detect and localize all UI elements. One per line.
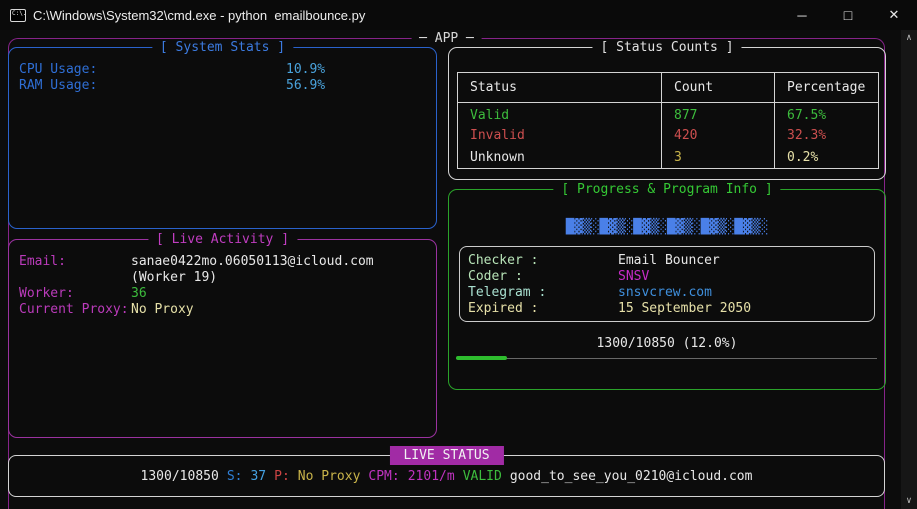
console: ─ APP ─ [ System Stats ] CPU Usage: 10.9… <box>0 30 917 509</box>
table-row-invalid: Invalid 420 32.3% <box>458 125 879 147</box>
checker-value: Email Bouncer <box>618 253 874 269</box>
live-activity-title: [ Live Activity ] <box>148 231 297 248</box>
cpu-usage-value: 10.9% <box>286 62 428 78</box>
invalid-status-cell: Invalid <box>458 125 662 147</box>
cpm-label: CPM: <box>368 469 399 485</box>
system-stats-rows: CPU Usage: 10.9% RAM Usage: 56.9% <box>19 62 428 94</box>
unknown-count-cell: 3 <box>662 147 775 169</box>
proxy-row: Current Proxy: No Proxy <box>19 302 428 318</box>
stat-row: CPU Usage: 10.9% <box>19 62 428 78</box>
invalid-percentage-cell: 32.3% <box>775 125 879 147</box>
panel-progress-info: [ Progress & Program Info ] █▓▒░█▓▒░█▓▒░… <box>448 189 886 390</box>
valid-count-cell: 877 <box>662 103 775 125</box>
p-value: No Proxy <box>298 469 361 485</box>
column-header-status: Status <box>458 73 662 103</box>
window-titlebar: C:\. C:\Windows\System32\cmd.exe - pytho… <box>0 0 917 30</box>
status-counts-title: [ Status Counts ] <box>592 39 741 56</box>
info-row: Expired : 15 September 2050 <box>468 301 874 317</box>
telegram-value: snsvcrew.com <box>618 285 874 301</box>
valid-percentage-cell: 67.5% <box>775 103 879 125</box>
close-button[interactable]: ✕ <box>871 0 917 30</box>
status-table: Status Count Percentage Valid 877 67.5% … <box>457 72 879 169</box>
empty-label <box>19 270 131 286</box>
invalid-count-cell: 420 <box>662 125 775 147</box>
live-status-box: LIVE STATUS 1300/10850 S: 37 P: No Proxy… <box>8 455 885 497</box>
progress-text: 1300/10850 (12.0%) <box>449 336 885 351</box>
table-row-unknown: Unknown 3 0.2% <box>458 147 879 169</box>
valid-status-cell: Valid <box>458 103 662 125</box>
scroll-down-icon[interactable]: ∨ <box>906 493 911 509</box>
email-label: Email: <box>19 254 131 270</box>
panel-system-stats: [ System Stats ] CPU Usage: 10.9% RAM Us… <box>8 47 437 229</box>
panel-status-counts: [ Status Counts ] Status Count Percentag… <box>448 47 886 180</box>
status-email: good_to_see_you_0210@icloud.com <box>510 469 753 485</box>
cpu-usage-label: CPU Usage: <box>19 62 286 78</box>
cmd-icon: C:\. <box>10 9 26 22</box>
s-value: 37 <box>250 469 266 485</box>
app-frame-label: ─ APP ─ <box>411 30 482 47</box>
maximize-button[interactable]: □ <box>825 0 871 30</box>
email-row: Email: sanae0422mo.06050113@icloud.com <box>19 254 428 270</box>
p-label: P: <box>274 469 290 485</box>
expired-label: Expired : <box>468 301 618 317</box>
progress-info-title: [ Progress & Program Info ] <box>553 181 780 198</box>
worker-row: Worker: 36 <box>19 286 428 302</box>
unknown-status-cell: Unknown <box>458 147 662 169</box>
program-info-box: Checker : Email Bouncer Coder : SNSV Tel… <box>459 246 875 322</box>
status-table-header: Status Count Percentage <box>458 73 879 103</box>
coder-label: Coder : <box>468 269 618 285</box>
progress-bar-track <box>456 358 877 359</box>
column-header-percentage: Percentage <box>775 73 879 103</box>
result-badge: VALID <box>463 469 502 485</box>
coder-value: SNSV <box>618 269 874 285</box>
email-value: sanae0422mo.06050113@icloud.com <box>131 254 428 270</box>
checker-label: Checker : <box>468 253 618 269</box>
s-label: S: <box>227 469 243 485</box>
email-worker-value: (Worker 19) <box>131 270 428 286</box>
minimize-button[interactable]: ─ <box>779 0 825 30</box>
stat-row: RAM Usage: 56.9% <box>19 78 428 94</box>
expired-value: 15 September 2050 <box>618 301 874 317</box>
banner-art: █▓▒░█▓▒░█▓▒░█▓▒░█▓▒░█▓▒░ <box>449 218 885 236</box>
system-stats-title: [ System Stats ] <box>152 39 293 56</box>
live-activity-rows: Email: sanae0422mo.06050113@icloud.com (… <box>19 254 428 318</box>
live-status-line: 1300/10850 S: 37 P: No Proxy CPM: 2101/m… <box>9 469 884 485</box>
telegram-label: Telegram : <box>468 285 618 301</box>
status-progress: 1300/10850 <box>141 469 219 485</box>
ram-usage-value: 56.9% <box>286 78 428 94</box>
vertical-scrollbar[interactable]: ∧ ∨ <box>901 30 917 509</box>
email-worker-row: (Worker 19) <box>19 270 428 286</box>
live-status-badge: LIVE STATUS <box>389 446 503 465</box>
window-title: C:\Windows\System32\cmd.exe - python ema… <box>33 8 365 23</box>
current-proxy-value: No Proxy <box>131 302 428 318</box>
info-row: Telegram : snsvcrew.com <box>468 285 874 301</box>
cmd-window: C:\. C:\Windows\System32\cmd.exe - pytho… <box>0 0 917 509</box>
table-row-valid: Valid 877 67.5% <box>458 103 879 125</box>
cpm-value: 2101/m <box>408 469 455 485</box>
ram-usage-label: RAM Usage: <box>19 78 286 94</box>
info-row: Coder : SNSV <box>468 269 874 285</box>
unknown-percentage-cell: 0.2% <box>775 147 879 169</box>
worker-label: Worker: <box>19 286 131 302</box>
panel-live-activity: [ Live Activity ] Email: sanae0422mo.060… <box>8 239 437 438</box>
current-proxy-label: Current Proxy: <box>19 302 131 318</box>
info-row: Checker : Email Bouncer <box>468 253 874 269</box>
column-header-count: Count <box>662 73 775 103</box>
progress-bar <box>456 356 877 360</box>
worker-value: 36 <box>131 286 428 302</box>
scroll-up-icon[interactable]: ∧ <box>906 30 911 46</box>
progress-bar-fill <box>456 356 507 360</box>
